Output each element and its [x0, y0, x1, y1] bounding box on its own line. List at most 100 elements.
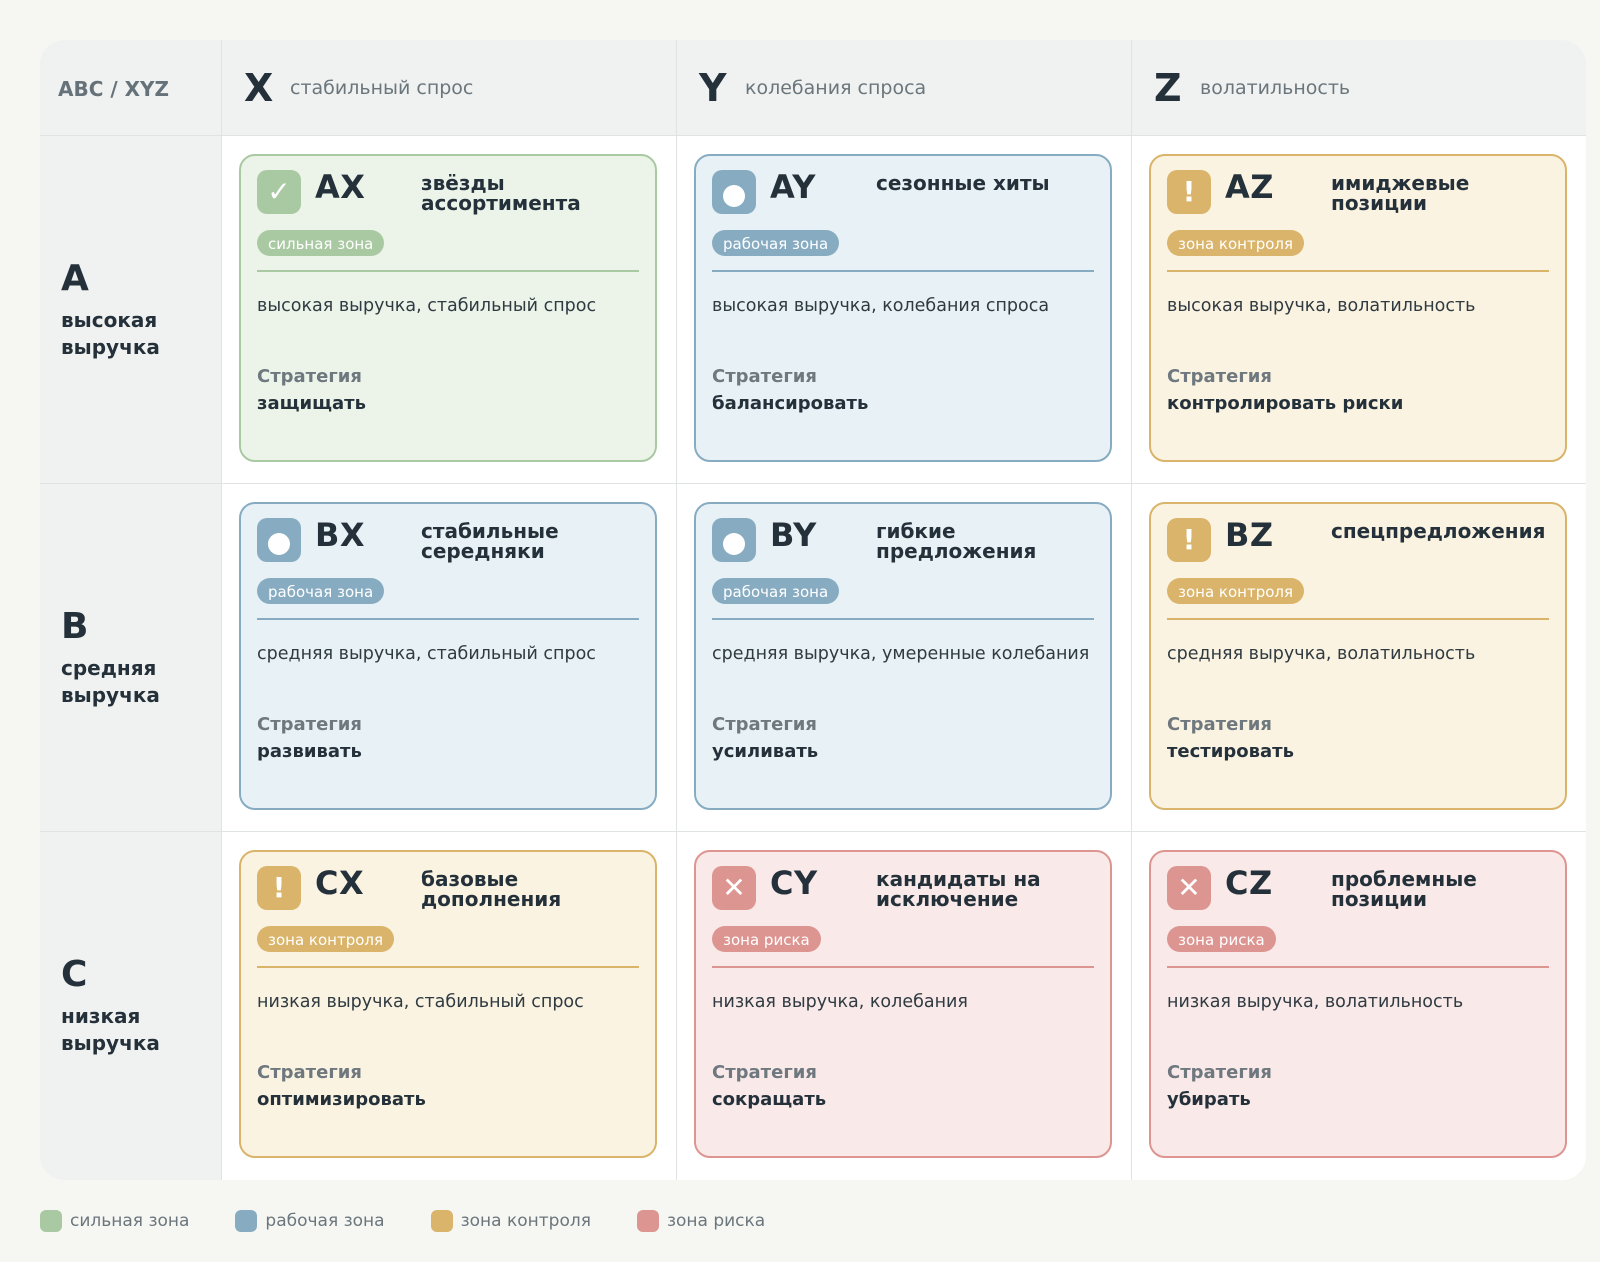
segment-description: средняя выручка, волатильность: [1167, 644, 1476, 664]
card-divider: [1167, 618, 1549, 620]
cross-icon: ✕: [712, 866, 756, 910]
legend-swatch: [40, 1210, 62, 1232]
card-divider: [257, 618, 639, 620]
row-letter: B: [61, 605, 89, 647]
zone-tag: зона контроля: [1167, 230, 1305, 256]
segment-description: средняя выручка, стабильный спрос: [257, 644, 596, 664]
segment-description: низкая выручка, волатильность: [1167, 992, 1464, 1012]
row-letter: C: [61, 954, 88, 995]
legend-label: сильная зона: [70, 1211, 190, 1231]
segment-title: имиджевые позиции: [1331, 171, 1470, 215]
strategy-value: развивать: [257, 741, 362, 762]
segment-card-cx: ! CX базовые дополнения зона контроля ни…: [239, 850, 657, 1158]
exclamation-icon: !: [257, 866, 301, 910]
legend-label: зона контроля: [460, 1211, 591, 1231]
column-subtitle: колебания спроса: [745, 76, 927, 99]
segment-title: стабильные середняки: [421, 519, 559, 563]
segment-title: спецпредложения: [1331, 519, 1546, 543]
row-subtitle: низкая выручка: [61, 1004, 160, 1055]
strategy-label: Стратегия: [1167, 1062, 1272, 1083]
segment-description: высокая выручка, колебания спроса: [712, 296, 1050, 316]
column-header-x: X стабильный спрос: [221, 40, 676, 135]
cell-ax: ✓ AX звёзды ассортимента сильная зона вы…: [221, 135, 676, 483]
segment-code: CY: [770, 864, 818, 902]
strategy-value: контролировать риски: [1167, 393, 1404, 414]
card-divider: [1167, 966, 1549, 968]
cell-bz: ! BZ спецпредложения зона контроля средн…: [1131, 483, 1586, 831]
card-divider: [712, 966, 1094, 968]
card-divider: [712, 618, 1094, 620]
segment-code: BY: [770, 516, 817, 554]
cell-bx: BX стабильные середняки рабочая зона сре…: [221, 483, 676, 831]
zone-tag: рабочая зона: [712, 578, 840, 604]
segment-code: CZ: [1225, 864, 1273, 902]
segment-code: CX: [315, 864, 365, 902]
segment-description: низкая выручка, стабильный спрос: [257, 992, 584, 1012]
legend-label: рабочая зона: [265, 1211, 385, 1231]
cross-icon: ✕: [1167, 866, 1211, 910]
legend-label: зона риска: [666, 1211, 766, 1231]
column-header-y: Y колебания спроса: [676, 40, 1131, 135]
segment-title: проблемные позиции: [1331, 867, 1477, 911]
column-letter: Z: [1154, 65, 1182, 110]
segment-title: гибкие предложения: [876, 519, 1037, 563]
cell-cz: ✕ CZ проблемные позиции зона риска низка…: [1131, 831, 1586, 1180]
strategy-label: Стратегия: [712, 1062, 817, 1083]
strategy-value: усиливать: [712, 741, 819, 762]
segment-description: высокая выручка, стабильный спрос: [257, 296, 597, 316]
segment-description: низкая выручка, колебания: [712, 992, 968, 1012]
dot-icon: [257, 518, 301, 562]
strategy-value: убирать: [1167, 1089, 1251, 1110]
column-letter: X: [244, 65, 274, 110]
dot-icon: [712, 518, 756, 562]
card-divider: [257, 966, 639, 968]
zone-tag: зона риска: [1167, 926, 1276, 952]
legend-item-control: зона контроля: [430, 1210, 591, 1232]
row-header-a: A высокая выручка: [40, 135, 221, 483]
strategy-value: защищать: [257, 393, 366, 414]
card-divider: [257, 270, 639, 272]
exclamation-icon: !: [1167, 170, 1211, 214]
segment-title: сезонные хиты: [876, 171, 1050, 195]
strategy-label: Стратегия: [257, 1062, 362, 1083]
segment-card-by: BY гибкие предложения рабочая зона средн…: [694, 502, 1112, 810]
strategy-label: Стратегия: [257, 366, 362, 387]
segment-title: кандидаты на исключение: [876, 867, 1041, 911]
zone-tag: зона контроля: [1167, 578, 1305, 604]
segment-title: базовые дополнения: [421, 867, 562, 911]
strategy-label: Стратегия: [257, 714, 362, 735]
strategy-label: Стратегия: [712, 366, 817, 387]
row-letter: A: [61, 257, 89, 299]
segment-card-bz: ! BZ спецпредложения зона контроля средн…: [1149, 502, 1567, 810]
cell-cy: ✕ CY кандидаты на исключение зона риска …: [676, 831, 1131, 1180]
zone-tag: рабочая зона: [712, 230, 840, 256]
zone-tag: зона риска: [712, 926, 821, 952]
segment-card-cz: ✕ CZ проблемные позиции зона риска низка…: [1149, 850, 1567, 1158]
corner-label: ABC / XYZ: [58, 76, 170, 101]
card-divider: [712, 270, 1094, 272]
strategy-value: сокращать: [712, 1089, 827, 1110]
legend-swatch: [636, 1210, 659, 1232]
zone-tag: зона контроля: [257, 926, 395, 952]
segment-code: BZ: [1225, 516, 1274, 554]
abc-xyz-matrix: ABC / XYZ X стабильный спрос Y колебания…: [40, 40, 1586, 1180]
column-header-z: Z волатильность: [1131, 40, 1586, 135]
segment-code: BX: [315, 516, 366, 554]
strategy-value: оптимизировать: [257, 1089, 426, 1110]
segment-card-cy: ✕ CY кандидаты на исключение зона риска …: [694, 850, 1112, 1158]
column-subtitle: волатильность: [1200, 76, 1351, 99]
column-letter: Y: [699, 65, 727, 110]
strategy-value: балансировать: [712, 393, 869, 414]
strategy-label: Стратегия: [1167, 366, 1272, 387]
legend-item-strong: сильная зона: [40, 1210, 189, 1232]
cell-cx: ! CX базовые дополнения зона контроля ни…: [221, 831, 676, 1180]
segment-card-ax: ✓ AX звёзды ассортимента сильная зона вы…: [239, 154, 657, 462]
row-subtitle: средняя выручка: [61, 655, 160, 707]
cell-ay: AY сезонные хиты рабочая зона высокая вы…: [676, 135, 1131, 483]
legend-swatch: [430, 1210, 453, 1232]
legend-item-risk: зона риска: [636, 1210, 766, 1232]
segment-title: звёзды ассортимента: [421, 171, 581, 215]
row-header-b: B средняя выручка: [40, 483, 221, 831]
segment-card-az: ! AZ имиджевые позиции зона контроля выс…: [1149, 154, 1567, 462]
segment-code: AX: [315, 168, 366, 206]
